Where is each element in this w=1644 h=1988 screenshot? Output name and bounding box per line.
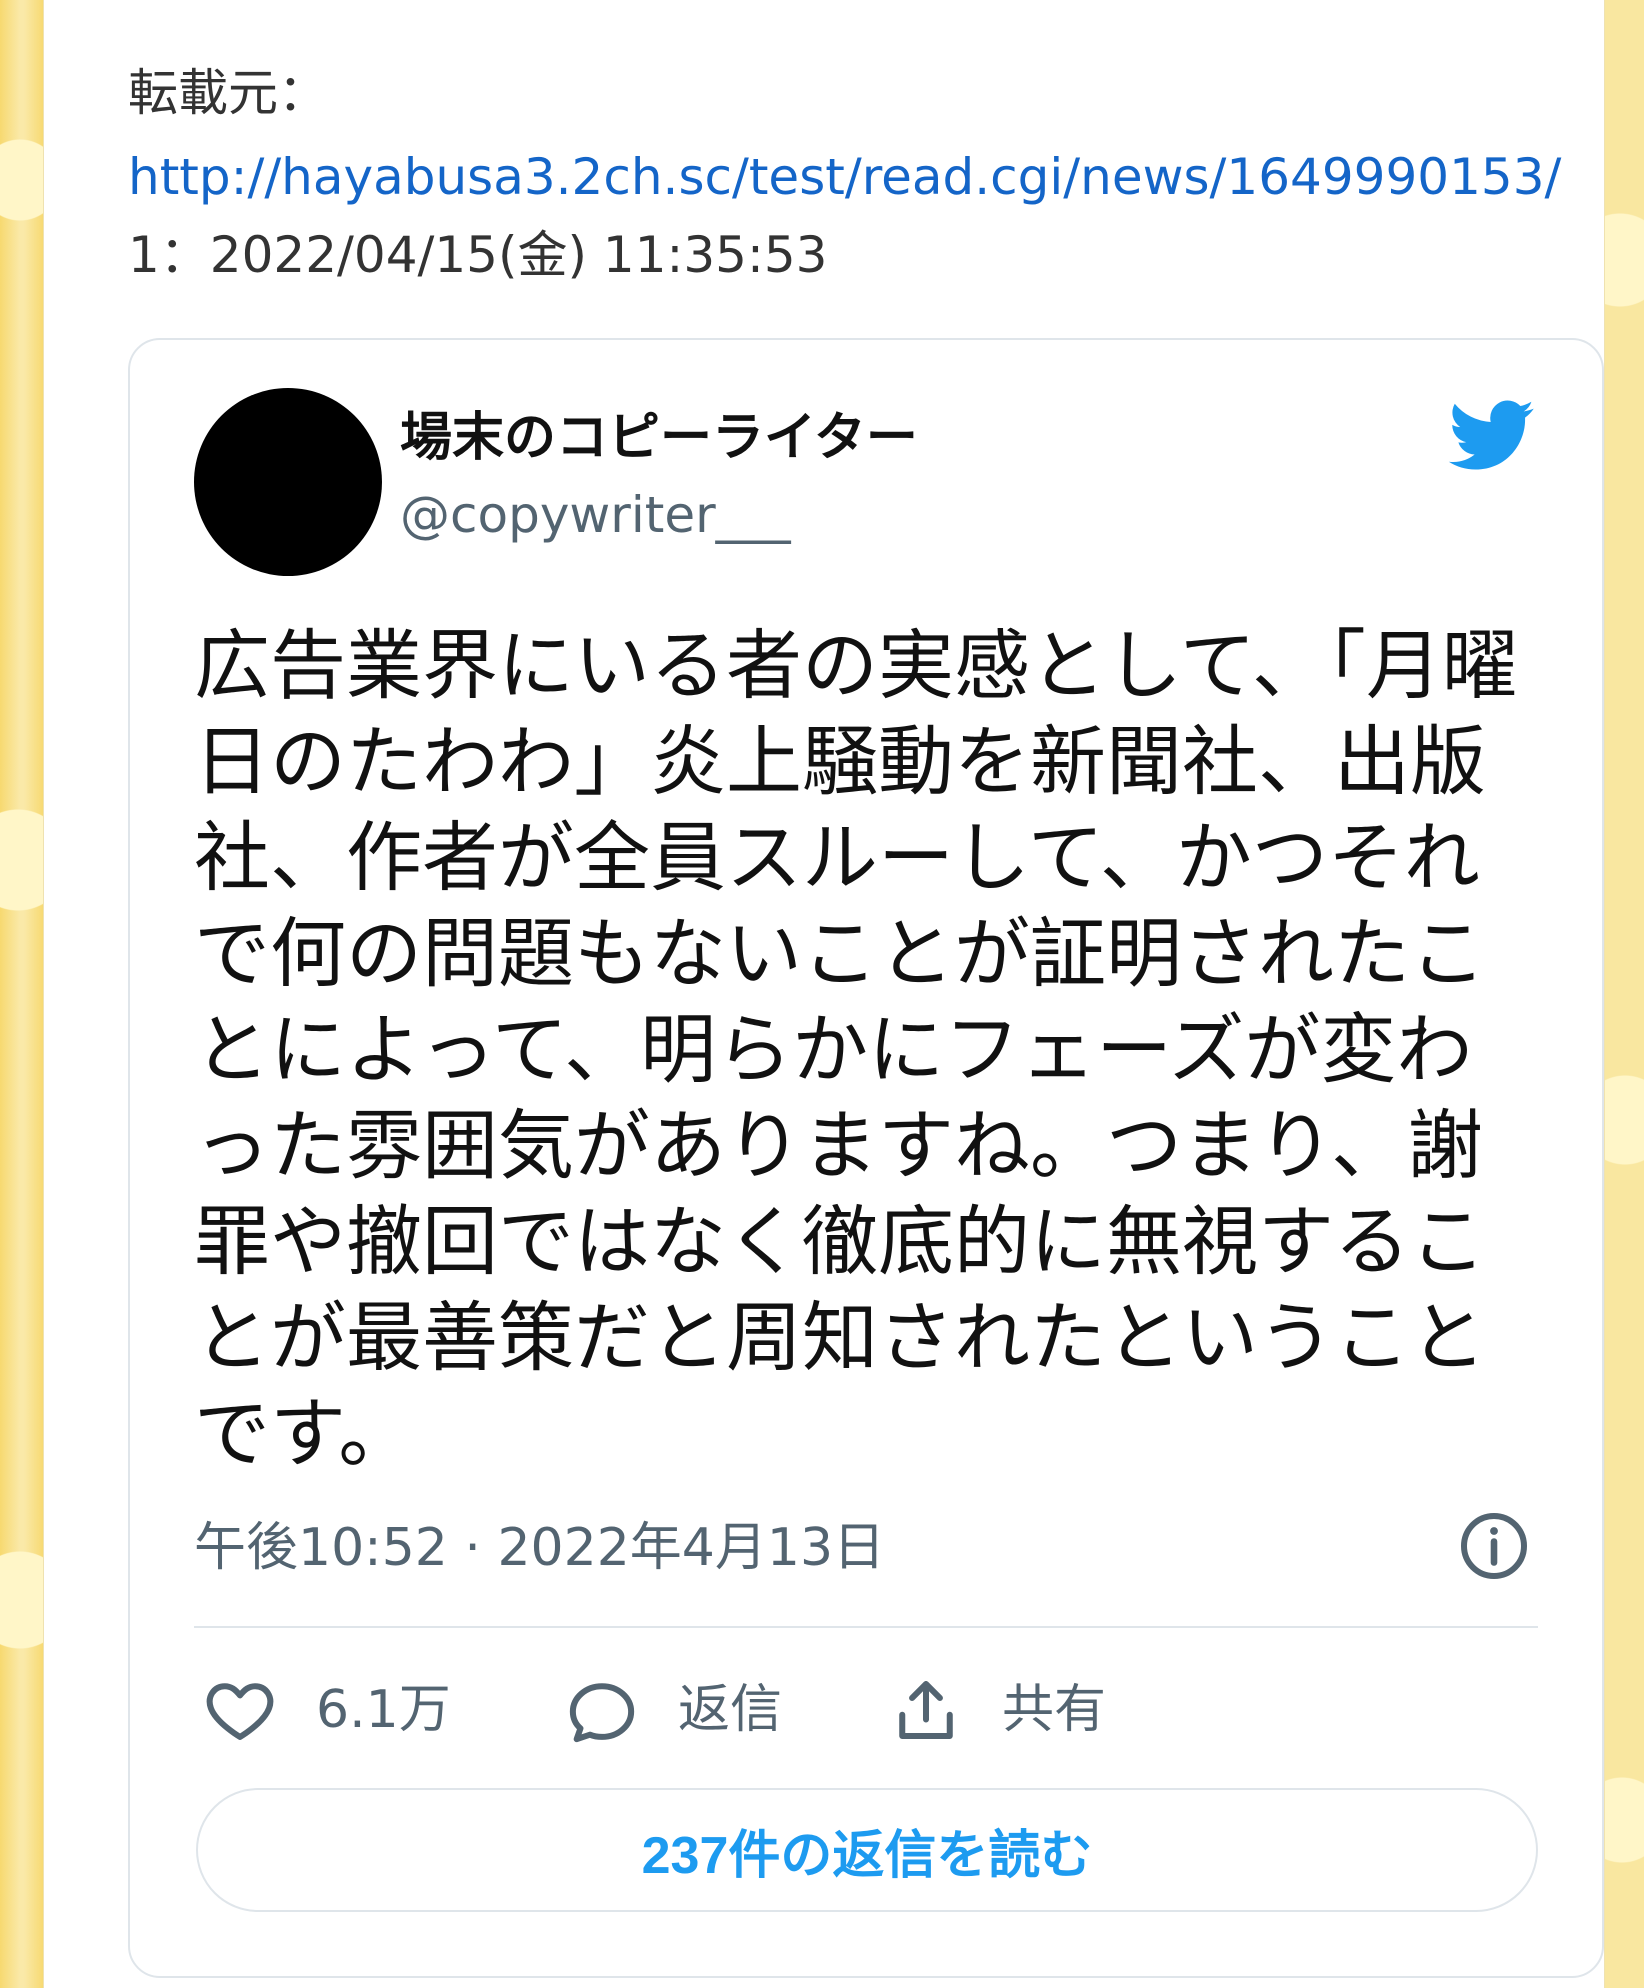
reply-label: 返信	[678, 1680, 783, 1740]
reply-bubble-icon	[569, 1683, 635, 1743]
reply-action[interactable]: 返信	[564, 1670, 782, 1750]
post-meta: 1：2022/04/15(金) 11:35:53	[128, 226, 828, 284]
read-replies-button[interactable]: 237件の返信を読む	[196, 1788, 1538, 1912]
twitter-bird-icon[interactable]	[1448, 400, 1536, 472]
source-link[interactable]: http://hayabusa3.2ch.sc/test/read.cgi/ne…	[128, 152, 1561, 202]
heart-icon	[206, 1683, 274, 1740]
share-action[interactable]: 共有	[888, 1670, 1106, 1750]
tweet-divider	[194, 1626, 1538, 1628]
info-icon[interactable]	[1458, 1510, 1530, 1582]
embedded-tweet-card[interactable]: 場末のコピーライター @copywriter___ 広告業界にいる者の実感として…	[128, 338, 1604, 1978]
share-upload-icon	[899, 1681, 953, 1739]
tweet-handle[interactable]: @copywriter___	[400, 490, 791, 540]
tweet-text: 広告業界にいる者の実感として、「月曜日のたわわ」炎上騒動を新聞社、出版社、作者が…	[194, 621, 1518, 1478]
share-label: 共有	[1002, 1680, 1107, 1740]
source-label: 転載元：	[128, 64, 328, 122]
tweet-display-name[interactable]: 場末のコピーライター	[400, 412, 918, 464]
like-action[interactable]: 6.1万	[202, 1670, 451, 1750]
article-panel: 転載元： http://hayabusa3.2ch.sc/test/read.c…	[44, 0, 1604, 1988]
like-count: 6.1万	[316, 1680, 451, 1740]
avatar[interactable]	[194, 388, 382, 576]
tweet-timestamp[interactable]: 午後10:52 · 2022年4月13日	[194, 1522, 885, 1574]
